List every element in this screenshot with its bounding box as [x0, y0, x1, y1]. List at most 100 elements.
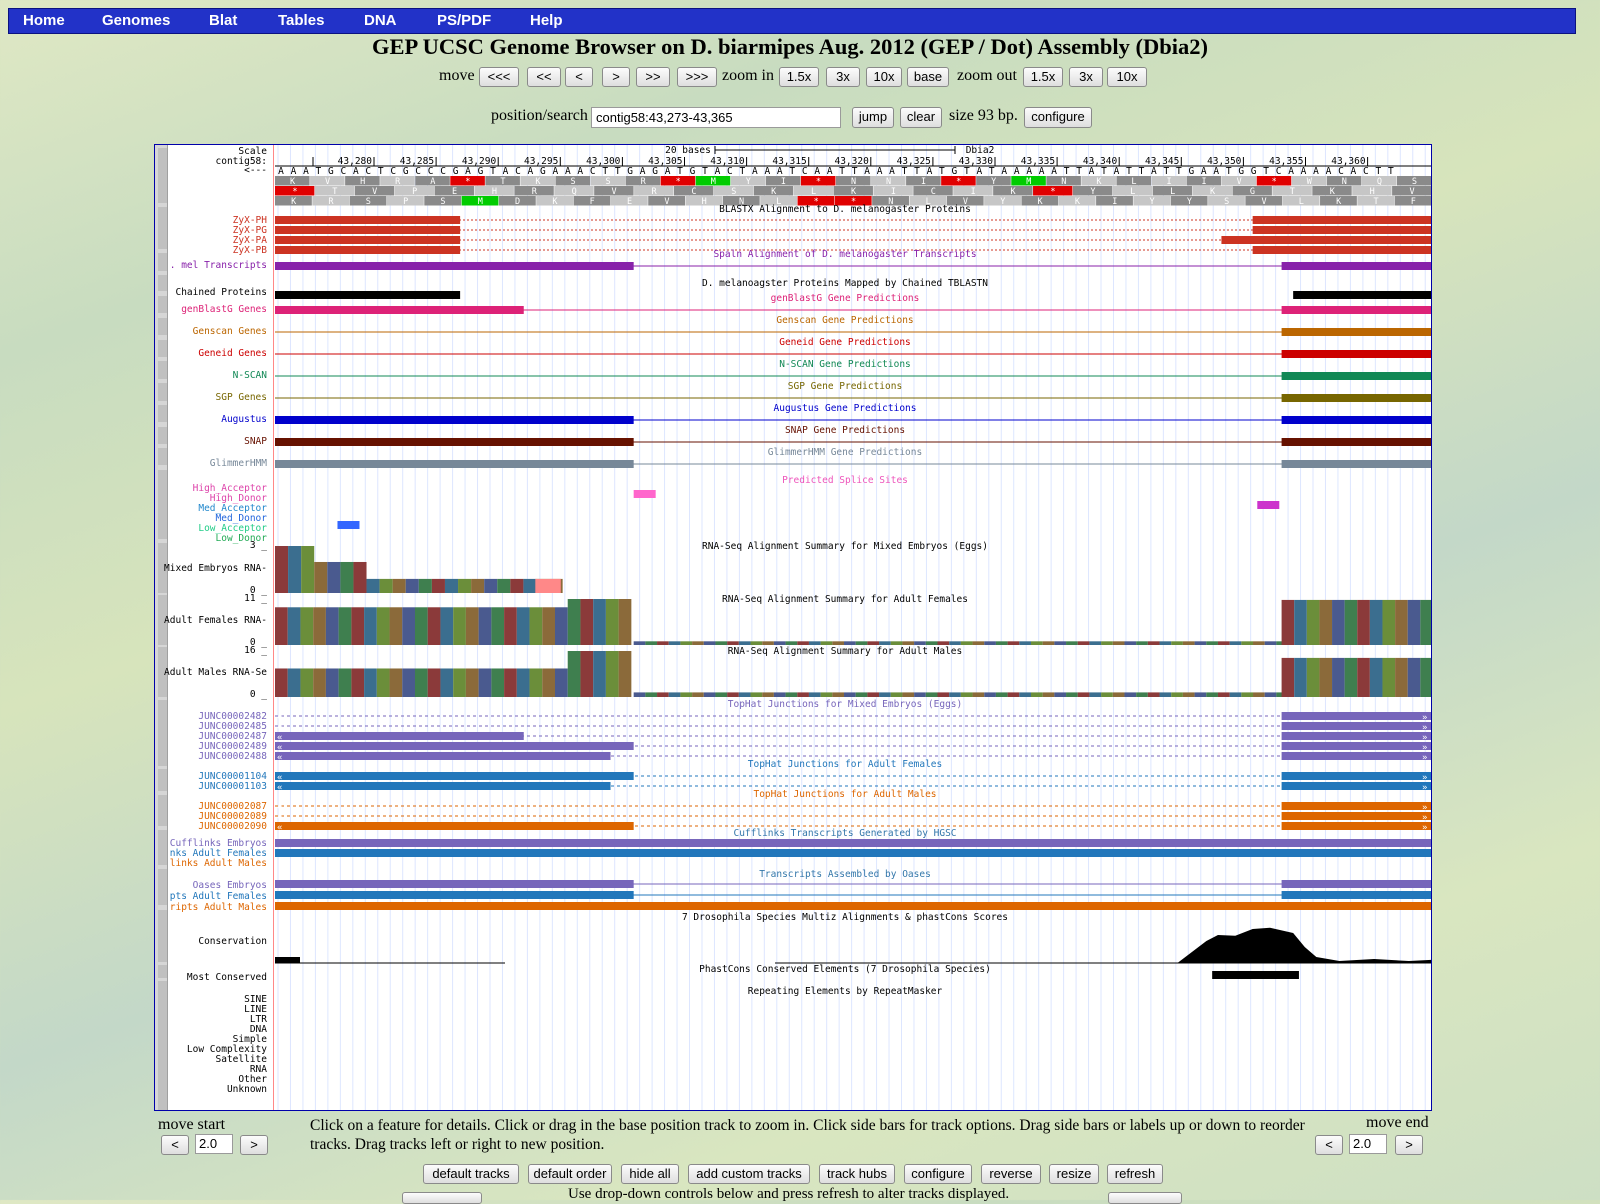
base-letter: A — [1351, 166, 1357, 177]
hide-all-button[interactable]: hide all — [621, 1164, 679, 1184]
resize-button[interactable]: resize — [1049, 1164, 1099, 1184]
genome-browser-image[interactable]: Scale contig58: <--- 20 bases Dbia2 43,280 43,… — [154, 144, 1432, 1111]
rna-males-bar — [773, 692, 786, 697]
nav-tables[interactable]: Tables — [278, 12, 324, 29]
base-letter: G — [328, 166, 334, 177]
move-left-far-button[interactable]: <<< — [479, 67, 519, 87]
nav-dna[interactable]: DNA — [364, 12, 397, 29]
amino-acid-letter: R — [651, 187, 657, 197]
rna-males-bar — [1332, 657, 1345, 697]
rna-females-bar — [984, 641, 996, 645]
base-letter: A — [552, 166, 558, 177]
nav-help[interactable]: Help — [530, 12, 563, 29]
blastx-exon — [275, 226, 461, 234]
rna-females-bar — [680, 641, 693, 645]
base-letter: T — [1139, 166, 1145, 177]
base-letter: A — [278, 166, 284, 177]
rna-males-bar — [1182, 692, 1195, 697]
amino-acid-letter: K — [1336, 197, 1342, 207]
move-left-button[interactable]: < — [565, 67, 593, 87]
amino-acid-letter: I — [971, 187, 976, 197]
move-start-step-input[interactable]: 2.0 — [195, 1134, 233, 1154]
chained-exon — [1293, 291, 1431, 299]
genscan-label: Genscan Genes — [193, 326, 267, 337]
rna-males-bar — [633, 692, 646, 697]
track-hubs-button[interactable]: track hubs — [819, 1164, 895, 1184]
tophat-mixed-exon — [275, 732, 524, 740]
rna-females-bar — [376, 607, 390, 645]
move-end-step-input[interactable]: 2.0 — [1349, 1134, 1387, 1154]
tophat-mixed-exon — [275, 752, 611, 760]
nav-ps-pdf[interactable]: PS/PDF — [437, 12, 491, 29]
tophat-females-strand-arrow: « — [277, 783, 282, 793]
amino-acid-letter: I — [1112, 197, 1117, 207]
rna-males-bar — [529, 668, 543, 697]
rna-males-bar — [1194, 692, 1207, 697]
rna-mixed-bar — [418, 578, 432, 593]
rna-males-bar — [820, 692, 833, 697]
move-right-far-button[interactable]: >>> — [677, 67, 717, 87]
base-letter: A — [864, 166, 870, 177]
amino-acid-letter: R — [395, 177, 401, 187]
rna-females-bar — [773, 641, 786, 645]
move-right-mid-button[interactable]: >> — [636, 67, 670, 87]
refresh-button[interactable]: refresh — [1107, 1164, 1163, 1184]
base-letter: A — [1201, 166, 1207, 177]
track-side-bar — [158, 275, 167, 291]
zoom-in-10x-button[interactable]: 10x — [866, 67, 902, 87]
zoom-out-1.5x-button[interactable]: 1.5x — [1023, 67, 1063, 87]
position-search-input[interactable]: contig58:43,273-43,365 — [591, 107, 841, 128]
configure-bottom-button[interactable]: configure — [904, 1164, 972, 1184]
track-side-bar — [158, 470, 167, 539]
move-end-left-button[interactable]: < — [1315, 1135, 1343, 1155]
rna-females-bar — [937, 641, 950, 645]
zoom-base-button[interactable]: base — [907, 67, 949, 87]
rna-males-bar — [1369, 657, 1383, 697]
rna-females-bar — [1066, 641, 1078, 645]
move-start-right-button[interactable]: > — [240, 1135, 268, 1155]
blastx-exon — [1252, 226, 1431, 234]
dropdown-right-select[interactable] — [1108, 1192, 1182, 1204]
amino-acid-letter: I — [1166, 177, 1171, 187]
zoom-in-1.5x-button[interactable]: 1.5x — [779, 67, 819, 87]
tophat-males-exon — [1281, 812, 1431, 820]
configure-top-button[interactable]: configure — [1024, 107, 1092, 128]
base-letter: A — [1051, 166, 1057, 177]
move-right-button[interactable]: > — [602, 67, 630, 87]
amino-acid-letter: P — [403, 197, 408, 207]
clear-button[interactable]: clear — [900, 107, 942, 128]
rna-mixed-bar — [353, 561, 367, 593]
nav-blat[interactable]: Blat — [209, 12, 237, 29]
amino-acid-letter: Y — [1090, 187, 1095, 197]
rna-females-bar — [844, 641, 856, 645]
rna-males-bar — [618, 651, 632, 697]
splice-donor — [1257, 501, 1280, 509]
zoom-out-10x-button[interactable]: 10x — [1107, 67, 1147, 87]
base-letter: T — [839, 166, 845, 177]
base-letter: T — [789, 166, 795, 177]
reverse-button[interactable]: reverse — [981, 1164, 1041, 1184]
rna-males-bar — [937, 692, 950, 697]
tophat-females-strand-arrow: » — [1422, 783, 1427, 793]
spaln-exon — [1281, 262, 1431, 270]
zoom-out-3x-button[interactable]: 3x — [1069, 67, 1103, 87]
amino-acid-letter: A — [430, 177, 435, 187]
add-custom-tracks-button[interactable]: add custom tracks — [688, 1164, 810, 1184]
move-start-left-button[interactable]: < — [161, 1135, 189, 1155]
rna-males-bar — [949, 692, 961, 697]
nav-home[interactable]: Home — [23, 12, 65, 29]
rna-females-bar — [1319, 599, 1333, 645]
move-left-mid-button[interactable]: << — [527, 67, 561, 87]
rna-females-bar — [808, 641, 821, 645]
default-tracks-button[interactable]: default tracks — [423, 1164, 519, 1184]
rna-males-bar — [890, 692, 903, 697]
jump-button[interactable]: jump — [852, 107, 894, 128]
dropdown-left-select[interactable] — [402, 1192, 482, 1204]
default-order-button[interactable]: default order — [528, 1164, 612, 1184]
move-end-right-button[interactable]: > — [1395, 1135, 1423, 1155]
zoom-in-3x-button[interactable]: 3x — [826, 67, 860, 87]
rna-males-bar — [762, 692, 774, 697]
amino-acid-letter: S — [606, 177, 611, 187]
nav-genomes[interactable]: Genomes — [102, 12, 170, 29]
glimmer-exon — [275, 460, 634, 468]
